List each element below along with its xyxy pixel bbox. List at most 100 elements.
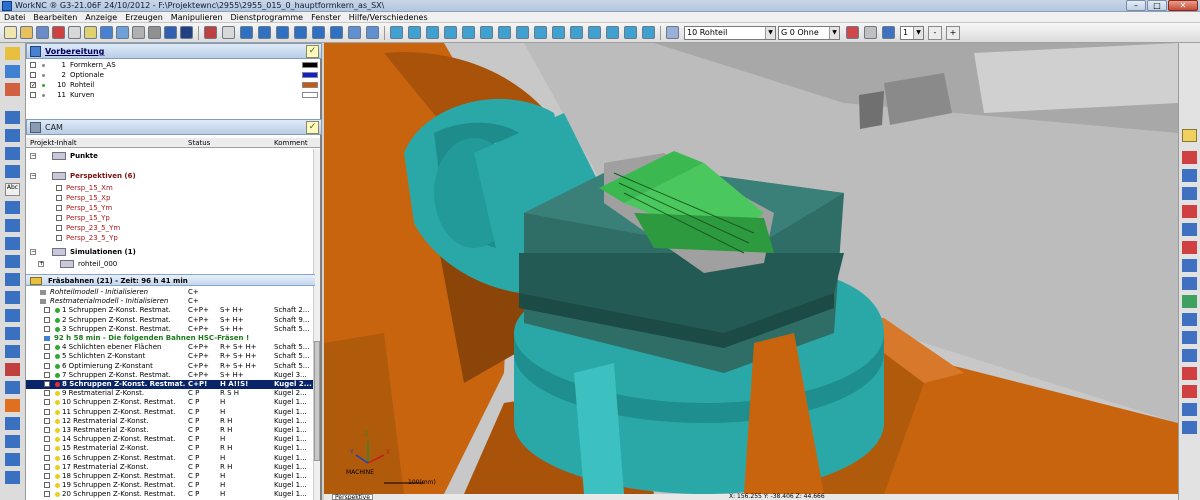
toolpath-row[interactable]: 5 Schlichten Z-Konstant C+P+ R+ S+ H+ Schaf…: [26, 352, 320, 361]
check-icon[interactable]: [5, 453, 20, 466]
minimize-button[interactable]: –: [1126, 0, 1146, 11]
toolpath-checkbox[interactable]: [44, 463, 50, 470]
new-file-icon[interactable]: [4, 26, 17, 39]
hidden-line-icon[interactable]: [426, 26, 439, 39]
circle-icon[interactable]: [5, 129, 20, 142]
toolpath-row[interactable]: 17 Restmaterial Z-Konst. C P R H Kugel 1...: [26, 463, 320, 472]
layer-color-swatch[interactable]: [302, 62, 318, 68]
tree-perspective-item[interactable]: Persp_23_5_Ym: [26, 223, 320, 233]
item-checkbox[interactable]: [56, 185, 62, 191]
toolpath-row[interactable]: 3 Schruppen Z-Konst. Restmat. C+P+ S+ H+ Sc…: [26, 325, 320, 334]
table-icon[interactable]: [148, 26, 161, 39]
window-icon[interactable]: [164, 26, 177, 39]
measure-x-icon[interactable]: [846, 26, 859, 39]
delete-icon[interactable]: [52, 26, 65, 39]
tree-perspective-item[interactable]: Persp_15_Xp: [26, 193, 320, 203]
toolpath-checkbox[interactable]: [44, 454, 50, 461]
zoom-window-icon[interactable]: [366, 26, 379, 39]
properties-icon[interactable]: [624, 26, 637, 39]
menu-bearbeiten[interactable]: Bearbeiten: [29, 12, 81, 22]
maximize-button[interactable]: □: [1147, 0, 1167, 11]
color-icon[interactable]: [606, 26, 619, 39]
toolpath-row[interactable]: 11 Schruppen Z-Konst. Restmat. C P H Kugel …: [26, 408, 320, 417]
surface-icon[interactable]: [5, 399, 20, 412]
toolpath-row[interactable]: 10 Schruppen Z-Konst. Restmat. C P H Kugel …: [26, 398, 320, 407]
view-iso-icon[interactable]: [294, 26, 307, 39]
boundary-icon[interactable]: [5, 345, 20, 358]
cam-check-icon[interactable]: ✓: [306, 121, 319, 134]
layer-row[interactable]: 2 Optionale: [26, 71, 322, 80]
normal-icon[interactable]: [1182, 349, 1197, 362]
toolpath-row[interactable]: 19 Schruppen Z-Konst. Restmat. C P H Kugel …: [26, 481, 320, 490]
text-abc-icon[interactable]: Abc: [5, 183, 20, 196]
view-bottom-icon[interactable]: [330, 26, 343, 39]
layer-color-swatch[interactable]: [302, 82, 318, 88]
show-icon[interactable]: [588, 26, 601, 39]
notes-icon[interactable]: [84, 26, 97, 39]
offset-icon[interactable]: [5, 201, 20, 214]
chain-icon[interactable]: [5, 291, 20, 304]
tree-perspective-item[interactable]: Persp_15_Xm: [26, 183, 320, 193]
cam-header[interactable]: CAM ✓: [26, 119, 322, 135]
cut-icon[interactable]: [864, 26, 877, 39]
revolve-icon[interactable]: [1182, 313, 1197, 326]
decrease-button[interactable]: -: [928, 26, 942, 40]
extrude-icon[interactable]: [1182, 331, 1197, 344]
toolpath-row[interactable]: 20 Schruppen Z-Konst. Restmat. C P H Kugel …: [26, 490, 320, 499]
confirm-check-icon[interactable]: ✓: [306, 45, 319, 58]
measure-icon[interactable]: [498, 26, 511, 39]
toolpath-row[interactable]: 16 Schruppen Z-Konst. Restmat. C P H Kugel …: [26, 454, 320, 463]
count-spinner[interactable]: 1 ▼: [900, 26, 924, 40]
toolpath-row[interactable]: 14 Schruppen Z-Konst. Restmat. C P H Kugel …: [26, 435, 320, 444]
expand-toggle-icon[interactable]: +: [38, 261, 44, 267]
tree-scrollbar[interactable]: [313, 149, 320, 500]
pattern-icon[interactable]: [5, 309, 20, 322]
shade-icon[interactable]: [390, 26, 403, 39]
sweep-icon[interactable]: [1182, 295, 1197, 308]
item-checkbox[interactable]: [56, 195, 62, 201]
open-folder-icon[interactable]: [20, 26, 33, 39]
layer-row[interactable]: ✓ 10 Rohteil: [26, 81, 322, 90]
toolpath-row[interactable]: 8 Schruppen Z-Konst. Restmat. C+P! H A!!S!…: [26, 380, 320, 389]
tool-icon[interactable]: [5, 83, 20, 96]
layer-combo[interactable]: 10 Rohteil ▼: [684, 26, 776, 40]
layer-visibility-checkbox[interactable]: ✓: [30, 82, 36, 89]
view-back-icon[interactable]: [312, 26, 325, 39]
expand-toggle-icon[interactable]: −: [30, 153, 36, 159]
edge-red-icon[interactable]: [1182, 205, 1197, 218]
delete-surface-icon[interactable]: [1182, 367, 1197, 380]
toolpath-checkbox[interactable]: [44, 316, 50, 323]
curve-red-icon[interactable]: [1182, 151, 1197, 164]
item-checkbox[interactable]: [56, 225, 62, 231]
axes-icon[interactable]: [222, 26, 235, 39]
toolpath-checkbox[interactable]: [44, 362, 50, 369]
toolpath-row[interactable]: 7 Schruppen Z-Konst. Restmat. C+P+ S+ H+ Ku…: [26, 371, 320, 380]
toolpath-checkbox[interactable]: [44, 491, 50, 498]
toolpath-row[interactable]: 15 Restmaterial Z-Konst. C P R H Kugel 1...: [26, 444, 320, 453]
expand-toggle-icon[interactable]: −: [30, 173, 36, 179]
tree-simulationen[interactable]: − Simulationen (1): [26, 247, 320, 257]
scroll-thumb[interactable]: [314, 341, 320, 461]
layer-row[interactable]: 11 Kurven: [26, 91, 322, 100]
toolpath-checkbox[interactable]: [44, 473, 50, 479]
layer-row[interactable]: 1 Formkern_AS: [26, 61, 322, 70]
split-icon[interactable]: [1182, 421, 1197, 434]
book-icon[interactable]: [180, 26, 193, 39]
project-icon[interactable]: [5, 273, 20, 286]
arc-icon[interactable]: [5, 147, 20, 160]
tree-perspektiven[interactable]: − Perspektiven (6): [26, 171, 320, 181]
menu-manipulieren[interactable]: Manipulieren: [167, 12, 227, 22]
mirror-icon[interactable]: [5, 237, 20, 250]
toolpath-row[interactable]: 13 Restmaterial Z-Konst. C P R H Kugel 1...: [26, 426, 320, 435]
tree-punkte[interactable]: − Punkte: [26, 151, 320, 161]
menu-erzeugen[interactable]: Erzeugen: [121, 12, 167, 22]
menu-fenster[interactable]: Fenster: [307, 12, 345, 22]
wizard-icon[interactable]: [5, 47, 20, 60]
toolpath-checkbox[interactable]: [44, 390, 50, 397]
close-button[interactable]: ✕: [1168, 0, 1198, 11]
blend-icon[interactable]: [1182, 259, 1197, 272]
point-icon[interactable]: [5, 381, 20, 394]
toolpath-checkbox[interactable]: [44, 371, 50, 378]
wireframe-icon[interactable]: [408, 26, 421, 39]
col-status[interactable]: Status: [188, 138, 210, 148]
